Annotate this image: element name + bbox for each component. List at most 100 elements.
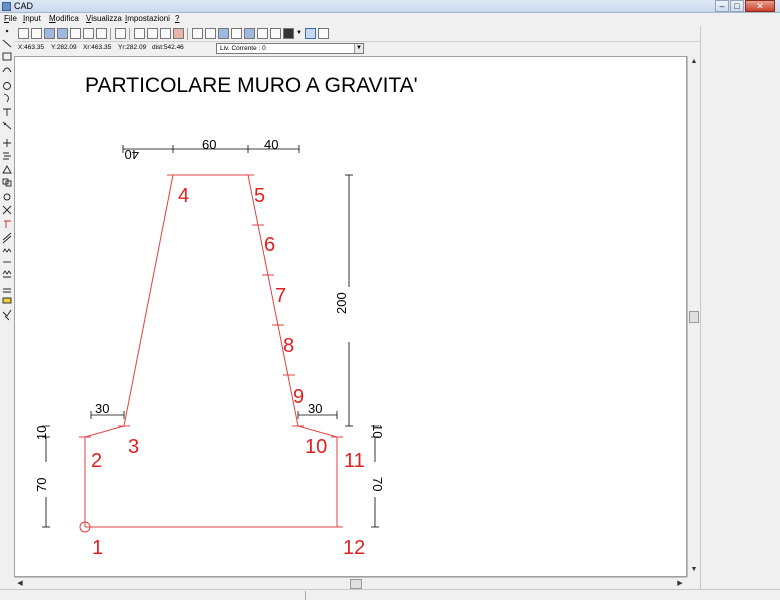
arc-3point-icon[interactable] <box>3 93 9 103</box>
y-coordinate: Y:282.09 <box>51 44 77 51</box>
app-icon <box>2 2 11 11</box>
xr-coordinate: Xr:463.35 <box>83 44 112 51</box>
calculator-icon[interactable] <box>192 28 203 39</box>
text-icon[interactable] <box>3 108 11 116</box>
drawing-toolbar <box>0 26 14 346</box>
scale-icon[interactable] <box>3 288 11 293</box>
distance-readout: dist:542.46 <box>152 44 184 51</box>
dim-right-step: 30 <box>308 401 322 416</box>
yr-coordinate: Yr:282.09 <box>118 44 147 51</box>
ortho-icon[interactable] <box>244 28 255 39</box>
grid-icon[interactable] <box>205 28 216 39</box>
vertex-ticks <box>79 174 343 528</box>
vertical-scroll-thumb[interactable] <box>689 311 699 323</box>
chevron-down-icon[interactable]: ▼ <box>354 44 363 53</box>
dropdown-arrow-icon[interactable]: ▼ <box>296 28 303 39</box>
extend-icon[interactable] <box>2 232 12 244</box>
axis-toggle-icon[interactable] <box>305 28 316 39</box>
pointer-icon[interactable] <box>318 28 329 39</box>
main-toolbar: ▼ <box>14 26 700 42</box>
point-label-12: 12 <box>343 537 365 559</box>
point-label-10: 10 <box>305 436 327 458</box>
point-label-9: 9 <box>293 386 304 408</box>
new-file-icon[interactable] <box>18 28 29 39</box>
point-icon[interactable] <box>5 29 9 33</box>
toolbar-separator <box>187 28 188 40</box>
arc-icon[interactable] <box>2 67 12 73</box>
layer-select-value: Liv. Corrente : 0 <box>220 45 266 52</box>
stretch-icon[interactable] <box>2 297 12 304</box>
table-icon[interactable] <box>257 28 268 39</box>
drawing-title: PARTICOLARE MURO A GRAVITA' <box>85 74 418 97</box>
explode-icon[interactable] <box>2 309 12 321</box>
maximize-button[interactable]: □ <box>730 0 744 12</box>
status-bar <box>0 589 780 600</box>
zoom-window-icon[interactable] <box>160 28 171 39</box>
horizontal-scrollbar[interactable]: ◀ ▶ <box>14 577 687 589</box>
dim-right-base-height: 70 <box>370 477 385 491</box>
scroll-down-icon[interactable]: ▼ <box>689 565 699 575</box>
menu-impostazioni[interactable]: Impostazioni <box>125 14 170 23</box>
open-file-icon[interactable] <box>31 28 42 39</box>
layer-select[interactable]: Liv. Corrente : 0 ▼ <box>216 43 364 54</box>
close-button[interactable]: ✕ <box>745 0 775 12</box>
dim-top-left-offset: 40 <box>125 147 139 162</box>
hatch-icon[interactable] <box>2 270 12 278</box>
matrix-icon[interactable] <box>270 28 281 39</box>
point-label-7: 7 <box>275 285 286 307</box>
point-label-11: 11 <box>344 450 365 472</box>
horizontal-scroll-thumb[interactable] <box>350 579 362 589</box>
scroll-right-icon[interactable]: ▶ <box>675 579 685 589</box>
dim-height: 200 <box>334 292 349 314</box>
rotate-icon[interactable] <box>3 193 11 201</box>
mirror-icon[interactable] <box>2 165 12 174</box>
delete-x-icon[interactable] <box>283 28 294 39</box>
menu-input[interactable]: Input <box>23 14 41 23</box>
scrollbar-corner <box>687 577 699 589</box>
minimize-button[interactable]: – <box>715 0 729 12</box>
point-label-1: 1 <box>92 537 103 559</box>
status-divider <box>305 591 306 600</box>
menu-visualizza[interactable]: Visualizza <box>86 14 122 23</box>
trim-icon[interactable] <box>4 220 11 228</box>
dimension-icon[interactable] <box>2 121 12 130</box>
save-as-icon[interactable] <box>57 28 68 39</box>
print-preview-icon[interactable] <box>83 28 94 39</box>
drawing-canvas[interactable]: PARTICOLARE MURO A GRAVITA' 1 2 3 4 5 6 … <box>14 56 687 577</box>
point-label-2: 2 <box>91 450 102 472</box>
wall-profile[interactable] <box>84 174 338 528</box>
dim-left-top-small: 10 <box>34 426 49 440</box>
point-label-8: 8 <box>283 335 294 357</box>
point-label-5: 5 <box>254 185 265 207</box>
window-title: CAD <box>14 1 34 11</box>
zoom-extents-icon[interactable] <box>173 28 184 39</box>
move-icon[interactable] <box>3 139 11 147</box>
menu-help[interactable]: ? <box>175 14 179 23</box>
export-icon[interactable] <box>70 28 81 39</box>
point-label-3: 3 <box>128 436 139 458</box>
vertical-scrollbar[interactable]: ▲ ▼ <box>687 56 699 577</box>
dim-top-right-offset: 40 <box>264 137 278 152</box>
menu-modifica[interactable]: Modifica <box>49 14 79 23</box>
title-bar: CAD – □ ✕ <box>0 0 780 13</box>
save-icon[interactable] <box>44 28 55 39</box>
menu-file[interactable]: File <box>4 14 17 23</box>
copy-tool-icon[interactable] <box>3 152 11 160</box>
erase-icon[interactable] <box>2 205 12 215</box>
fillet-icon[interactable] <box>2 248 12 253</box>
snap-icon[interactable] <box>231 28 242 39</box>
right-panel <box>700 26 780 589</box>
rectangle-icon[interactable] <box>2 52 12 61</box>
offset-icon[interactable] <box>2 178 12 187</box>
scroll-up-icon[interactable]: ▲ <box>689 57 699 67</box>
zoom-in-icon[interactable] <box>134 28 145 39</box>
print-icon[interactable] <box>96 28 107 39</box>
circle-icon[interactable] <box>3 82 11 90</box>
layers-icon[interactable] <box>218 28 229 39</box>
line-icon[interactable] <box>2 39 12 48</box>
copy-icon[interactable] <box>115 28 126 39</box>
zoom-out-icon[interactable] <box>147 28 158 39</box>
scroll-left-icon[interactable]: ◀ <box>15 579 25 589</box>
menu-bar: File Input Modifica Visualizza Impostazi… <box>0 13 700 25</box>
toolbar-separator <box>129 28 130 40</box>
